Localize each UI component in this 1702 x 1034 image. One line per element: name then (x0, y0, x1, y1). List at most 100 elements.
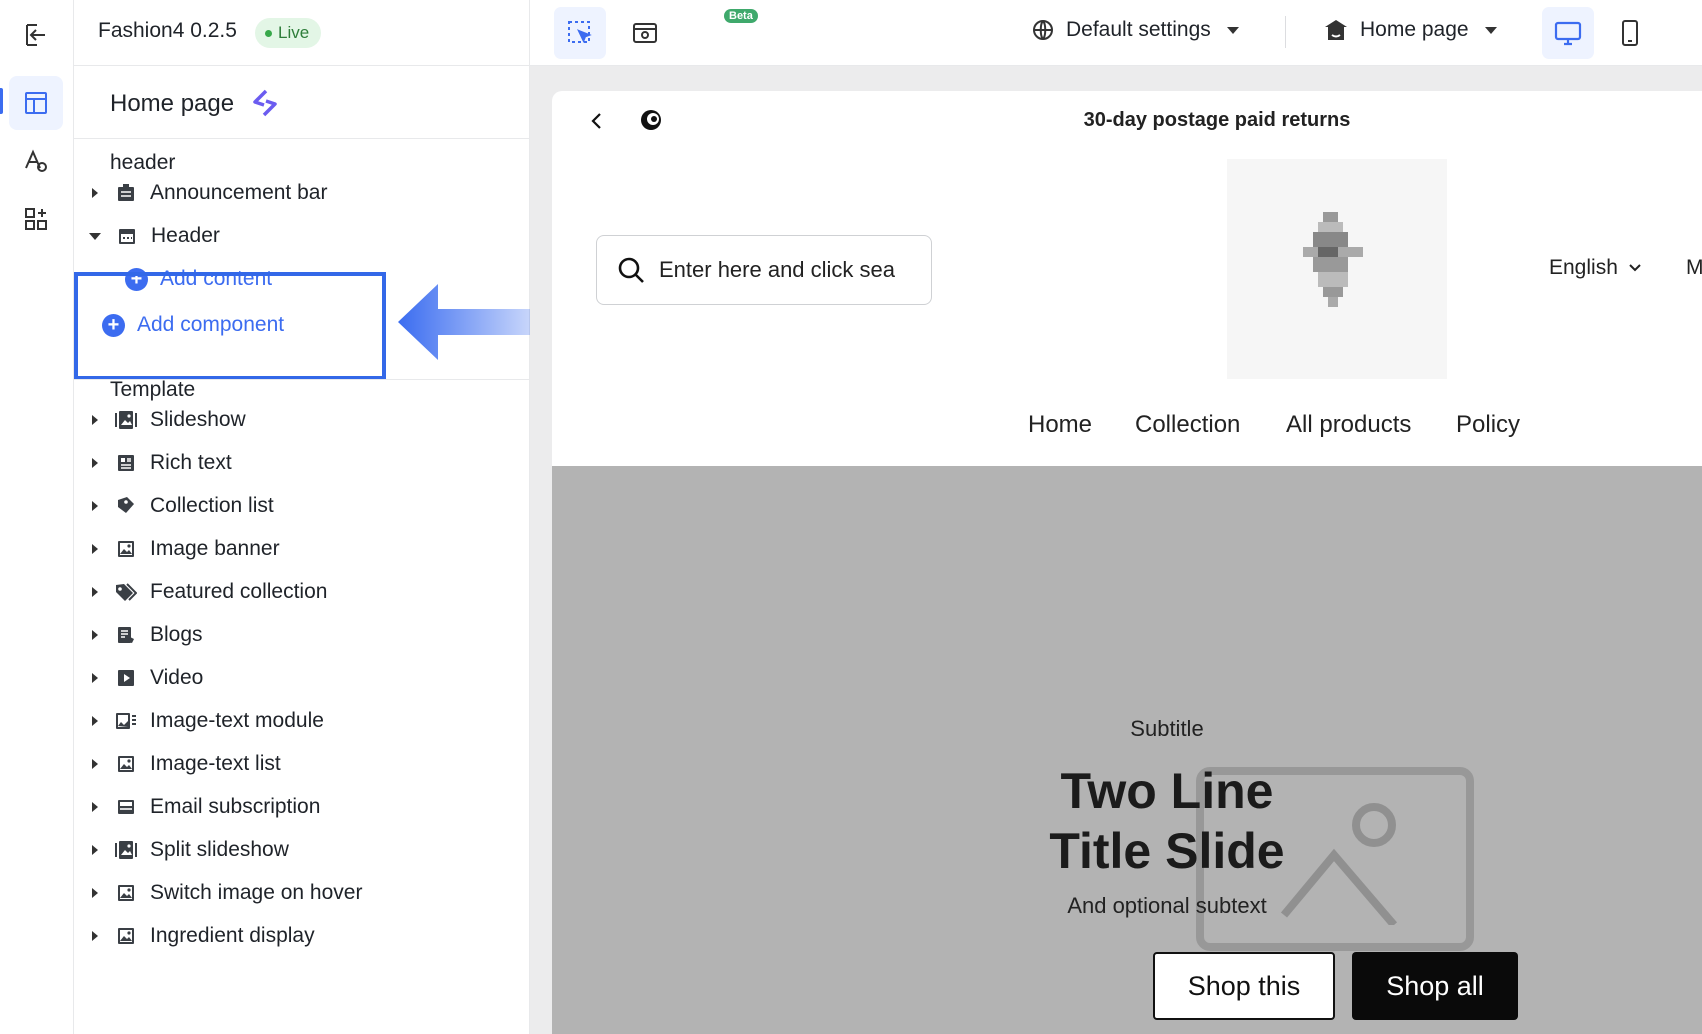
panel-header: Home page (74, 66, 530, 139)
hero-subtitle: Subtitle (1130, 716, 1204, 741)
sections-tab-button[interactable] (9, 76, 63, 130)
hero-subtext: And optional subtext (1067, 893, 1267, 918)
beta-badge: Beta (724, 9, 758, 23)
tree-item-ingredient-display[interactable]: Ingredient display (86, 916, 526, 956)
preview-button[interactable] (619, 7, 671, 59)
brand-logo-icon (253, 89, 277, 117)
collapse-arrow-icon (89, 232, 101, 240)
globe-icon (1033, 20, 1053, 40)
nav-link-all-products[interactable]: All products (1286, 411, 1411, 439)
exit-icon (26, 24, 45, 46)
tree-item-label: Featured collection (150, 580, 328, 603)
tree-item-image-text-list[interactable]: Image-text list (86, 744, 526, 784)
nav-link-collection[interactable]: Collection (1135, 411, 1240, 439)
tree-item-blogs[interactable]: Blogs (86, 615, 526, 655)
highlight-box (74, 272, 386, 380)
expand-arrow-icon (92, 802, 98, 812)
topbar-divider (529, 0, 530, 66)
expand-arrow-icon (92, 458, 98, 468)
tree-item-label: Announcement bar (150, 181, 328, 204)
search-placeholder: Enter here and click sea (659, 257, 896, 282)
page-dropdown-label: Home page (1360, 18, 1469, 41)
slideshow-icon (114, 838, 138, 862)
shop-all-button[interactable]: Shop all (1352, 952, 1518, 1020)
language-selector[interactable]: English (1549, 256, 1642, 280)
live-dot-icon (265, 29, 272, 37)
preview-window-icon (633, 23, 657, 43)
search-input[interactable]: Enter here and click sea (596, 235, 932, 305)
apps-button[interactable] (9, 192, 63, 246)
tree-item-collection-list[interactable]: Collection list (86, 486, 526, 526)
tree-item-video[interactable]: Video (86, 658, 526, 698)
language-label: English (1549, 256, 1618, 279)
desktop-icon (1554, 21, 1582, 46)
image-text-icon (114, 709, 138, 733)
expand-arrow-icon (92, 931, 98, 941)
slideshow-icon (114, 408, 138, 432)
tags-icon (114, 580, 138, 604)
top-bar: Fashion4 0.2.5 Live Beta Default setting… (74, 0, 1702, 66)
collection-icon (114, 494, 138, 518)
tree-item-slideshow[interactable]: Slideshow (86, 400, 526, 440)
announcement-icon (114, 181, 138, 205)
sections-panel: Home page header Announcement bar Header… (74, 66, 530, 1034)
chevron-down-icon (1484, 26, 1497, 34)
tree-item-split-slideshow[interactable]: Split slideshow (86, 830, 526, 870)
live-status-text: Live (278, 23, 310, 42)
hero-title: Two Line Title Slide (552, 761, 1702, 881)
video-icon (114, 666, 138, 690)
nav-link-home[interactable]: Home (1028, 411, 1092, 439)
settings-dropdown-label: Default settings (1066, 18, 1211, 41)
tree-item-rich-text[interactable]: Rich text (86, 443, 526, 483)
tree-item-announcement-bar[interactable]: Announcement bar (86, 173, 526, 213)
tree-item-header[interactable]: Header (86, 216, 526, 256)
tree-item-label: Image-text list (150, 752, 281, 775)
header-layout-icon (115, 224, 139, 248)
settings-dropdown[interactable]: Default settings (1032, 18, 1239, 42)
announcement-bar: 30-day postage paid returns (552, 91, 1702, 151)
tree-item-label: Rich text (150, 451, 232, 474)
tree-item-switch-image-on-hover[interactable]: Switch image on hover (86, 873, 526, 913)
expand-arrow-icon (92, 630, 98, 640)
expand-arrow-icon (92, 188, 98, 198)
currency-selector-clipped[interactable]: M (1686, 256, 1702, 280)
expand-arrow-icon (92, 888, 98, 898)
expand-arrow-icon (92, 759, 98, 769)
tree-item-label: Image banner (150, 537, 280, 560)
mobile-view-button[interactable] (1604, 7, 1656, 59)
tree-item-label: Blogs (150, 623, 203, 646)
exit-editor-button[interactable] (9, 8, 63, 62)
pixelated-logo-icon (1303, 212, 1363, 307)
store-logo[interactable] (1227, 159, 1447, 379)
image-icon (114, 537, 138, 561)
layout-icon (25, 92, 47, 114)
desktop-view-button[interactable] (1542, 7, 1594, 59)
tree-item-featured-collection[interactable]: Featured collection (86, 572, 526, 612)
tree-item-label: Email subscription (150, 795, 321, 818)
image-icon (114, 752, 138, 776)
typography-icon (25, 149, 47, 172)
tree-item-email-subscription[interactable]: Email subscription (86, 787, 526, 827)
icon-rail (0, 0, 74, 1034)
tree-item-image-text-module[interactable]: Image-text module (86, 701, 526, 741)
announcement-text: 30-day postage paid returns (1083, 109, 1351, 131)
tree-item-label: Video (150, 666, 204, 689)
mobile-icon (1622, 20, 1638, 46)
expand-arrow-icon (92, 501, 98, 511)
expand-arrow-icon (92, 673, 98, 683)
nav-link-policy[interactable]: Policy (1456, 411, 1520, 439)
select-element-button[interactable] (554, 7, 606, 59)
expand-arrow-icon (92, 845, 98, 855)
shop-this-button[interactable]: Shop this (1153, 952, 1335, 1020)
page-dropdown[interactable]: Home page (1324, 18, 1497, 42)
theme-style-button[interactable] (9, 134, 63, 188)
panel-title: Home page (110, 90, 235, 117)
hero-slideshow[interactable]: Subtitle Two Line Title Slide And option… (552, 466, 1702, 1034)
expand-arrow-icon (92, 544, 98, 554)
image-icon (114, 924, 138, 948)
tree-item-image-banner[interactable]: Image banner (86, 529, 526, 569)
tree-item-label: Switch image on hover (150, 881, 363, 904)
select-cursor-icon (568, 21, 592, 44)
rich-text-icon (114, 451, 138, 475)
chevron-down-icon (1226, 26, 1239, 34)
